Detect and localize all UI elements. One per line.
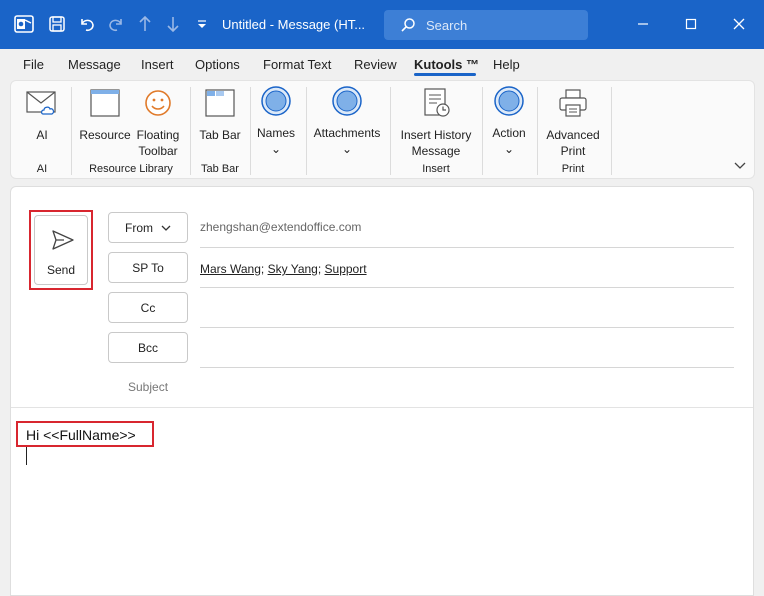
group-label-print: Print [561, 163, 585, 175]
tab-bar-icon [197, 87, 243, 123]
tab-help[interactable]: Help [493, 57, 520, 72]
from-address: zhengshan@extendoffice.com [200, 220, 362, 234]
tab-bar-label: Tab Bar [199, 128, 241, 142]
tab-insert[interactable]: Insert [141, 57, 174, 72]
group-separator [390, 87, 391, 175]
chevron-down-icon [161, 225, 171, 231]
tab-options[interactable]: Options [195, 57, 240, 72]
close-icon[interactable] [727, 12, 751, 36]
cc-button[interactable]: Cc [108, 292, 188, 323]
tab-review[interactable]: Review [354, 57, 397, 72]
active-tab-indicator [414, 73, 476, 76]
send-button[interactable]: Send [34, 215, 88, 285]
history-document-icon [395, 87, 477, 123]
ai-button[interactable]: AI [23, 87, 61, 143]
group-separator [190, 87, 191, 175]
insert-history-message-button[interactable]: Insert History Message [395, 87, 477, 159]
to-field[interactable]: Mars Wang; Sky Yang; Support [200, 262, 367, 276]
tab-file[interactable]: File [23, 57, 44, 72]
attachments-label: Attachments [313, 126, 381, 140]
group-label-ai: AI [36, 163, 48, 175]
ribbon: AI AI Resource Floating Toolbar Resource… [10, 80, 755, 179]
compose-pane: Send From zhengshan@extendoffice.com SP … [10, 186, 754, 596]
tab-bar-button[interactable]: Tab Bar [197, 87, 243, 143]
field-divider [200, 287, 734, 288]
smiley-icon [133, 87, 183, 123]
attachments-circle-icon [311, 85, 383, 121]
group-separator [482, 87, 483, 175]
insert-history-label-line2: Message [411, 144, 461, 158]
from-label: From [125, 220, 153, 235]
action-label: Action [492, 126, 526, 140]
tab-format-text[interactable]: Format Text [263, 57, 331, 72]
printer-icon [541, 87, 605, 123]
tab-message[interactable]: Message [68, 57, 121, 72]
subject-label: Subject [128, 380, 169, 394]
group-separator [537, 87, 538, 175]
arrow-up-icon[interactable] [133, 12, 157, 36]
cc-field[interactable] [200, 327, 734, 328]
body-divider [11, 407, 753, 408]
recipient[interactable]: Support [325, 262, 367, 276]
recipient[interactable]: Mars Wang [200, 262, 261, 276]
chevron-down-icon: ⌄ [503, 142, 515, 156]
search-placeholder: Search [426, 17, 468, 33]
group-label-tab-bar: Tab Bar [201, 163, 239, 175]
advanced-print-button[interactable]: Advanced Print [541, 87, 605, 159]
advanced-print-label-line2: Print [560, 144, 586, 158]
resource-button[interactable]: Resource [79, 87, 131, 143]
ai-label: AI [36, 128, 48, 142]
title-bar: Untitled - Message (HT... Search [0, 0, 764, 49]
arrow-down-icon[interactable] [161, 12, 185, 36]
floating-toolbar-label-line2: Toolbar [138, 144, 178, 158]
send-icon [52, 230, 74, 253]
search-icon [400, 17, 416, 33]
send-label: Send [46, 263, 76, 277]
group-label-insert: Insert [422, 163, 450, 175]
chevron-down-icon: ⌄ [341, 142, 353, 156]
undo-icon[interactable] [75, 12, 99, 36]
action-circle-icon [487, 85, 531, 121]
advanced-print-label-line1: Advanced [546, 128, 600, 142]
recipient[interactable]: Sky Yang [268, 262, 318, 276]
floating-toolbar-label-line1: Floating [136, 128, 180, 142]
maximize-icon[interactable] [679, 12, 703, 36]
outlook-logo-icon[interactable] [12, 12, 36, 36]
envelope-cloud-icon [23, 87, 61, 123]
field-divider [200, 247, 734, 248]
bcc-button[interactable]: Bcc [108, 332, 188, 363]
attachments-dropdown[interactable]: Attachments ⌄ [311, 85, 383, 157]
send-highlight-box: Send [29, 210, 93, 290]
resource-label: Resource [79, 128, 131, 142]
from-button[interactable]: From [108, 212, 188, 243]
search-box[interactable]: Search [384, 10, 588, 40]
bcc-field[interactable] [200, 367, 734, 368]
names-dropdown[interactable]: Names ⌄ [253, 85, 299, 157]
text-cursor [26, 447, 27, 465]
resource-window-icon [79, 87, 131, 123]
names-label: Names [256, 126, 295, 140]
names-circle-icon [253, 85, 299, 121]
action-dropdown[interactable]: Action ⌄ [487, 85, 531, 157]
minimize-icon[interactable] [631, 12, 655, 36]
to-button[interactable]: SP To [108, 252, 188, 283]
customize-quick-access-icon[interactable] [190, 12, 214, 36]
group-separator [71, 87, 72, 175]
window-title: Untitled - Message (HT... [222, 17, 366, 32]
insert-history-label-line1: Insert History [400, 128, 472, 142]
group-label-resource-library: Resource Library [89, 163, 173, 175]
collapse-ribbon-icon[interactable] [734, 159, 746, 173]
group-separator [250, 87, 251, 175]
floating-toolbar-button[interactable]: Floating Toolbar [133, 87, 183, 159]
message-body-text[interactable]: Hi <<FullName>> [26, 427, 136, 443]
save-icon[interactable] [45, 12, 69, 36]
group-separator [611, 87, 612, 175]
chevron-down-icon: ⌄ [270, 142, 282, 156]
menu-bar: File Message Insert Options Format Text … [0, 49, 764, 79]
tab-kutools[interactable]: Kutools ™ [414, 57, 479, 72]
group-separator [306, 87, 307, 175]
redo-icon[interactable] [104, 12, 128, 36]
